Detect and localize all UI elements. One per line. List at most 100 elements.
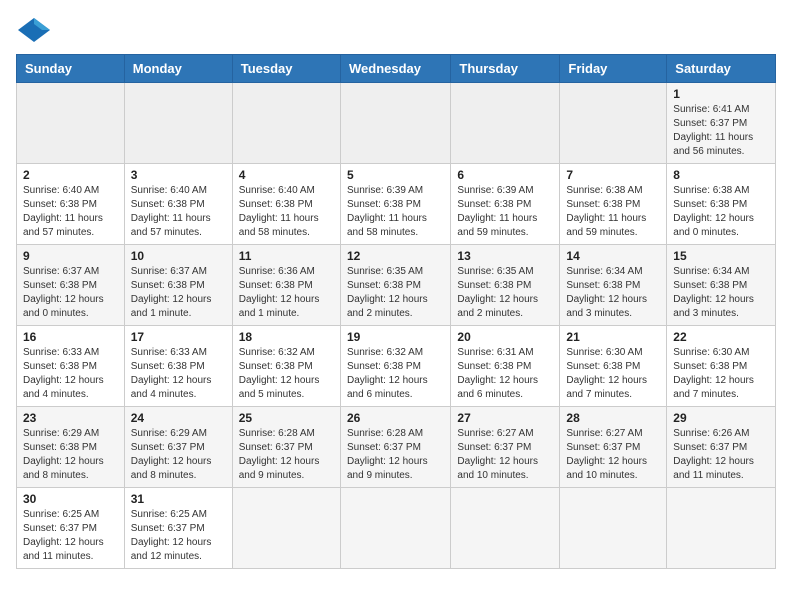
calendar-cell: 17 Sunrise: 6:33 AM Sunset: 6:38 PM Dayli… [124,326,232,407]
calendar-cell: 1 Sunrise: 6:41 AM Sunset: 6:37 PM Daylig… [667,83,776,164]
day-info: Sunrise: 6:40 AM Sunset: 6:38 PM Dayligh… [23,184,118,240]
calendar-cell: 16 Sunrise: 6:33 AM Sunset: 6:38 PM Dayli… [17,326,125,407]
day-info: Sunrise: 6:37 AM Sunset: 6:38 PM Dayligh… [23,265,118,321]
calendar-cell: 29 Sunrise: 6:26 AM Sunset: 6:37 PM Dayli… [667,407,776,488]
calendar-cell [232,488,340,569]
day-info: Sunrise: 6:41 AM Sunset: 6:37 PM Dayligh… [673,103,769,159]
calendar-cell: 5 Sunrise: 6:39 AM Sunset: 6:38 PM Daylig… [340,164,450,245]
calendar-cell: 25 Sunrise: 6:28 AM Sunset: 6:37 PM Dayli… [232,407,340,488]
day-info: Sunrise: 6:35 AM Sunset: 6:38 PM Dayligh… [347,265,444,321]
calendar-cell [17,83,125,164]
calendar-cell: 12 Sunrise: 6:35 AM Sunset: 6:38 PM Dayli… [340,245,450,326]
day-number: 30 [23,492,118,506]
day-number: 18 [239,330,334,344]
day-info: Sunrise: 6:28 AM Sunset: 6:37 PM Dayligh… [239,427,334,483]
calendar-cell [124,83,232,164]
calendar-week-5: 23Sunrise: 6:29 AM Sunset: 6:38 PM Dayli… [17,407,776,488]
day-number: 27 [457,411,553,425]
day-number: 13 [457,249,553,263]
weekday-header-row: SundayMondayTuesdayWednesdayThursdayFrid… [17,55,776,83]
day-info: Sunrise: 6:29 AM Sunset: 6:38 PM Dayligh… [23,427,118,483]
day-number: 15 [673,249,769,263]
day-info: Sunrise: 6:38 AM Sunset: 6:38 PM Dayligh… [673,184,769,240]
calendar-week-2: 2Sunrise: 6:40 AM Sunset: 6:38 PM Daylig… [17,164,776,245]
calendar-cell: 24 Sunrise: 6:29 AM Sunset: 6:37 PM Dayli… [124,407,232,488]
day-number: 11 [239,249,334,263]
day-info: Sunrise: 6:32 AM Sunset: 6:38 PM Dayligh… [239,346,334,402]
day-info: Sunrise: 6:30 AM Sunset: 6:38 PM Dayligh… [673,346,769,402]
day-number: 19 [347,330,444,344]
weekday-header-sunday: Sunday [17,55,125,83]
day-info: Sunrise: 6:39 AM Sunset: 6:38 PM Dayligh… [347,184,444,240]
day-info: Sunrise: 6:27 AM Sunset: 6:37 PM Dayligh… [566,427,660,483]
calendar-week-6: 30 Sunrise: 6:25 AM Sunset: 6:37 PM Dayli… [17,488,776,569]
day-info: Sunrise: 6:30 AM Sunset: 6:38 PM Dayligh… [566,346,660,402]
day-number: 6 [457,168,553,182]
day-number: 12 [347,249,444,263]
calendar-cell: 14 Sunrise: 6:34 AM Sunset: 6:38 PM Dayli… [560,245,667,326]
calendar-week-3: 9 Sunrise: 6:37 AM Sunset: 6:38 PM Daylig… [17,245,776,326]
calendar-cell: 9 Sunrise: 6:37 AM Sunset: 6:38 PM Daylig… [17,245,125,326]
day-info: Sunrise: 6:36 AM Sunset: 6:38 PM Dayligh… [239,265,334,321]
day-number: 8 [673,168,769,182]
day-number: 16 [23,330,118,344]
calendar-cell [340,488,450,569]
calendar-cell: 7Sunrise: 6:38 AM Sunset: 6:38 PM Daylig… [560,164,667,245]
weekday-header-saturday: Saturday [667,55,776,83]
day-info: Sunrise: 6:29 AM Sunset: 6:37 PM Dayligh… [131,427,226,483]
day-info: Sunrise: 6:34 AM Sunset: 6:38 PM Dayligh… [566,265,660,321]
calendar-cell: 21 Sunrise: 6:30 AM Sunset: 6:38 PM Dayli… [560,326,667,407]
calendar-cell: 3 Sunrise: 6:40 AM Sunset: 6:38 PM Daylig… [124,164,232,245]
day-number: 7 [566,168,660,182]
day-number: 25 [239,411,334,425]
day-number: 10 [131,249,226,263]
weekday-header-monday: Monday [124,55,232,83]
day-info: Sunrise: 6:39 AM Sunset: 6:38 PM Dayligh… [457,184,553,240]
calendar-cell: 28Sunrise: 6:27 AM Sunset: 6:37 PM Dayli… [560,407,667,488]
day-info: Sunrise: 6:33 AM Sunset: 6:38 PM Dayligh… [131,346,226,402]
day-number: 3 [131,168,226,182]
calendar-week-1: 1 Sunrise: 6:41 AM Sunset: 6:37 PM Daylig… [17,83,776,164]
day-info: Sunrise: 6:32 AM Sunset: 6:38 PM Dayligh… [347,346,444,402]
calendar-cell: 23Sunrise: 6:29 AM Sunset: 6:38 PM Dayli… [17,407,125,488]
day-number: 17 [131,330,226,344]
day-info: Sunrise: 6:27 AM Sunset: 6:37 PM Dayligh… [457,427,553,483]
day-number: 5 [347,168,444,182]
calendar-cell: 18 Sunrise: 6:32 AM Sunset: 6:38 PM Dayli… [232,326,340,407]
day-number: 21 [566,330,660,344]
calendar-table: SundayMondayTuesdayWednesdayThursdayFrid… [16,54,776,569]
calendar-cell [451,488,560,569]
weekday-header-thursday: Thursday [451,55,560,83]
calendar-cell [560,488,667,569]
day-number: 31 [131,492,226,506]
weekday-header-friday: Friday [560,55,667,83]
day-number: 14 [566,249,660,263]
day-number: 26 [347,411,444,425]
calendar-cell [232,83,340,164]
day-info: Sunrise: 6:40 AM Sunset: 6:38 PM Dayligh… [131,184,226,240]
calendar-cell: 20Sunrise: 6:31 AM Sunset: 6:38 PM Dayli… [451,326,560,407]
day-number: 29 [673,411,769,425]
day-number: 9 [23,249,118,263]
weekday-header-wednesday: Wednesday [340,55,450,83]
day-number: 20 [457,330,553,344]
day-number: 24 [131,411,226,425]
day-info: Sunrise: 6:28 AM Sunset: 6:37 PM Dayligh… [347,427,444,483]
day-number: 4 [239,168,334,182]
day-info: Sunrise: 6:40 AM Sunset: 6:38 PM Dayligh… [239,184,334,240]
day-info: Sunrise: 6:33 AM Sunset: 6:38 PM Dayligh… [23,346,118,402]
weekday-header-tuesday: Tuesday [232,55,340,83]
calendar-cell [340,83,450,164]
page-header [16,16,776,44]
day-info: Sunrise: 6:26 AM Sunset: 6:37 PM Dayligh… [673,427,769,483]
calendar-cell: 11 Sunrise: 6:36 AM Sunset: 6:38 PM Dayli… [232,245,340,326]
logo [16,16,56,44]
day-info: Sunrise: 6:37 AM Sunset: 6:38 PM Dayligh… [131,265,226,321]
calendar-cell: 19 Sunrise: 6:32 AM Sunset: 6:38 PM Dayli… [340,326,450,407]
day-number: 1 [673,87,769,101]
day-info: Sunrise: 6:25 AM Sunset: 6:37 PM Dayligh… [23,508,118,564]
calendar-cell: 4 Sunrise: 6:40 AM Sunset: 6:38 PM Daylig… [232,164,340,245]
day-number: 22 [673,330,769,344]
calendar-cell: 22 Sunrise: 6:30 AM Sunset: 6:38 PM Dayli… [667,326,776,407]
calendar-cell: 30 Sunrise: 6:25 AM Sunset: 6:37 PM Dayli… [17,488,125,569]
